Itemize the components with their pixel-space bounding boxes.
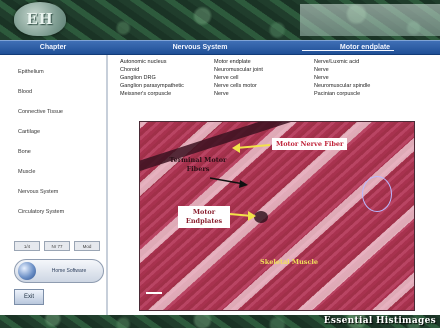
term-link[interactable]: Meissner's corpuscle bbox=[120, 90, 171, 98]
term-link[interactable]: Nerve cells motor bbox=[214, 82, 257, 90]
logo-text: EH bbox=[26, 10, 54, 28]
term-link[interactable]: Choroid bbox=[120, 66, 139, 74]
topic-underline bbox=[302, 50, 394, 51]
sidebar-item-epithelium[interactable]: Epithelium bbox=[0, 63, 100, 81]
sidebar-item-connective[interactable]: Connective Tissue bbox=[0, 103, 100, 121]
term-link[interactable]: Neuromuscular joint bbox=[214, 66, 263, 74]
label-motor-nerve-fiber: Motor Nerve Fiber bbox=[272, 138, 348, 150]
sidebar-item-blood[interactable]: Blood bbox=[0, 83, 100, 101]
label-motor-endplates: Motor Endplates bbox=[178, 206, 230, 228]
sidebar-item-nervous[interactable]: Nervous System bbox=[0, 183, 100, 201]
sidebar-item-circulatory[interactable]: Circulatory System bbox=[0, 203, 100, 221]
home-button-label: Home Software bbox=[51, 268, 87, 274]
main-content: Autonomic nucleus Choroid Ganglion DRG G… bbox=[108, 55, 440, 315]
sidebar-item-cartilage[interactable]: Cartilage bbox=[0, 123, 100, 141]
term-link[interactable]: Pacinian corpuscle bbox=[314, 90, 360, 98]
sidebar-item-muscle[interactable]: Muscle bbox=[0, 163, 100, 181]
histology-image: Motor Nerve Fiber Terminal Motor Fibers … bbox=[139, 121, 415, 311]
scale-bar bbox=[146, 292, 162, 294]
banner-decoration bbox=[300, 4, 440, 36]
bottom-banner: Essential Histimages bbox=[0, 315, 440, 328]
brand-title: Essential Histimages bbox=[323, 316, 436, 326]
section-header: Nervous System bbox=[172, 44, 228, 51]
nav-number-button[interactable]: Nr 77 bbox=[44, 241, 70, 251]
label-terminal-motor-fibers: Terminal Motor Fibers bbox=[169, 156, 227, 173]
home-button[interactable]: Home Software bbox=[14, 259, 104, 283]
term-link[interactable]: Ganglion parasympathetic bbox=[120, 82, 184, 90]
chapter-sidebar: Epithelium Blood Connective Tissue Carti… bbox=[0, 55, 108, 315]
app-window: EH Chapter Nervous System Motor endplate… bbox=[0, 0, 440, 328]
term-link[interactable]: Autonomic nucleus bbox=[120, 58, 166, 66]
term-link[interactable]: Nerve/Luxmic acid bbox=[314, 58, 359, 66]
chapter-header: Chapter bbox=[39, 44, 67, 51]
topic-header: Motor endplate bbox=[339, 44, 391, 51]
term-link[interactable]: Ganglion DRG bbox=[120, 74, 156, 82]
top-banner: EH bbox=[0, 0, 440, 40]
nav-mode-button[interactable]: Mod bbox=[74, 241, 100, 251]
exit-button[interactable]: Exit bbox=[14, 289, 44, 305]
label-skeletal-muscle: Skeletal Muscle bbox=[260, 258, 319, 266]
term-link[interactable]: Motor endplate bbox=[214, 58, 251, 66]
term-link[interactable]: Nerve bbox=[314, 66, 329, 74]
term-link[interactable]: Nerve cell bbox=[214, 74, 238, 82]
globe-icon bbox=[18, 262, 36, 280]
nav-page-indicator[interactable]: 1/4 bbox=[14, 241, 40, 251]
sidebar-item-bone[interactable]: Bone bbox=[0, 143, 100, 161]
header-bar: Chapter Nervous System Motor endplate bbox=[0, 40, 440, 55]
page-navigation: 1/4 Nr 77 Mod bbox=[14, 241, 104, 251]
term-link[interactable]: Neuromuscular spindle bbox=[314, 82, 370, 90]
term-link[interactable]: Nerve bbox=[314, 74, 329, 82]
term-link[interactable]: Nerve bbox=[214, 90, 229, 98]
logo: EH bbox=[14, 2, 66, 36]
